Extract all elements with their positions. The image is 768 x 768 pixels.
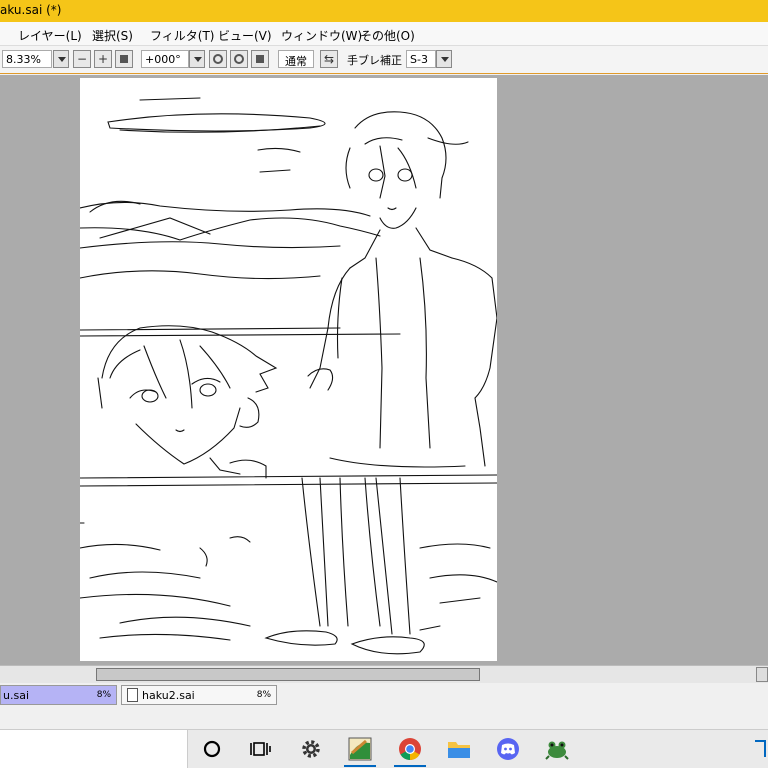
rotate-right-icon <box>234 54 244 64</box>
taskbar-search-input[interactable] <box>0 730 188 768</box>
minus-icon: − <box>76 52 88 66</box>
workspace <box>0 75 768 665</box>
menu-select[interactable]: 選択(S) <box>92 27 133 44</box>
drawing-canvas[interactable] <box>80 78 497 661</box>
stabilizer-dropdown-button[interactable] <box>436 50 452 68</box>
tab-zoom: 8% <box>256 690 271 700</box>
tab-name: u.sai <box>3 689 29 702</box>
zoom-reset-button[interactable] <box>115 50 133 68</box>
stabilizer-value: S-3 <box>410 53 428 66</box>
rotate-right-button[interactable] <box>230 50 248 68</box>
stabilizer-label: 手ブレ補正 <box>347 54 402 67</box>
zoom-in-button[interactable]: + <box>94 50 112 68</box>
scroll-right-button[interactable] <box>756 667 768 682</box>
sketch-artwork <box>80 97 497 655</box>
zoom-field[interactable]: 8.33% <box>2 50 52 68</box>
window-title: aku.sai (*) <box>0 3 62 17</box>
tab-zoom: 8% <box>96 690 111 700</box>
square-icon <box>256 55 264 63</box>
document-tab-bar: u.sai 8% haku2.sai 8% <box>0 683 768 729</box>
scrollbar-thumb[interactable] <box>96 668 480 681</box>
square-icon <box>120 55 128 63</box>
document-icon <box>127 688 138 702</box>
menu-view[interactable]: ビュー(V) <box>218 27 272 44</box>
view-toolbar: 8.33% − + +000° 通常 ⇆ 手ブレ補正 S-3 <box>0 46 768 74</box>
zoom-dropdown-button[interactable] <box>53 50 69 68</box>
tab-name: haku2.sai <box>142 689 195 702</box>
cortana-icon[interactable] <box>200 737 224 761</box>
plus-icon: + <box>97 52 109 66</box>
flip-view-button[interactable]: ⇆ <box>320 50 338 68</box>
rotate-left-icon <box>213 54 223 64</box>
frog-app-icon[interactable] <box>545 737 569 761</box>
menu-layer[interactable]: レイヤー(L) <box>18 27 82 44</box>
rotation-reset-button[interactable] <box>251 50 269 68</box>
zoom-out-button[interactable]: − <box>73 50 91 68</box>
file-explorer-icon[interactable] <box>447 737 471 761</box>
menu-bar: レイヤー(L) 選択(S) フィルタ(T) ビュー(V) ウィンドウ(W) その… <box>0 22 768 46</box>
horizontal-scrollbar[interactable] <box>0 665 768 683</box>
discord-icon[interactable] <box>496 737 520 761</box>
notification-icon[interactable] <box>752 737 768 761</box>
tab-document-2[interactable]: haku2.sai 8% <box>121 685 277 705</box>
tab-document-1[interactable]: u.sai 8% <box>0 685 117 705</box>
menu-filter[interactable]: フィルタ(T) <box>150 27 214 44</box>
stabilizer-field[interactable]: S-3 <box>406 50 436 68</box>
menu-window[interactable]: ウィンドウ(W) <box>281 27 362 44</box>
rotation-field[interactable]: +000° <box>141 50 189 68</box>
blend-mode-button[interactable]: 通常 <box>278 50 314 68</box>
title-bar: aku.sai (*) <box>0 0 768 22</box>
taskbar <box>0 729 768 768</box>
task-view-icon[interactable] <box>249 737 273 761</box>
paint-tool-sai-icon[interactable] <box>344 737 376 767</box>
settings-icon[interactable] <box>299 737 323 761</box>
chrome-icon[interactable] <box>394 737 426 767</box>
flip-icon: ⇆ <box>323 52 335 66</box>
rotation-dropdown-button[interactable] <box>189 50 205 68</box>
rotate-left-button[interactable] <box>209 50 227 68</box>
zoom-value: 8.33% <box>6 53 41 66</box>
menu-other[interactable]: その他(O) <box>360 27 415 44</box>
rotation-value: +000° <box>145 53 181 66</box>
